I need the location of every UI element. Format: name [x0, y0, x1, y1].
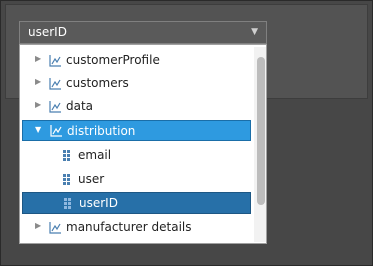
tree-item-manufacturer-details[interactable]: ▶ manufacturer details — [20, 216, 251, 239]
tree-item-customerprofile[interactable]: ▶ customerProfile — [20, 49, 251, 72]
hierarchy-icon — [49, 78, 61, 90]
combobox-value: userID — [28, 25, 67, 39]
grid-dots-icon — [63, 150, 71, 161]
tree-item-data[interactable]: ▶ data — [20, 95, 251, 118]
field-selector-combobox[interactable]: userID ▼ — [19, 21, 267, 44]
chevron-down-icon[interactable]: ▼ — [251, 27, 258, 37]
tree-item-label: customerProfile — [66, 53, 160, 67]
tree-item-email[interactable]: email — [20, 144, 251, 167]
tree-item-label: distribution — [67, 124, 136, 138]
tree-item-label: user — [78, 172, 105, 186]
dropdown-list[interactable]: ▶ customerProfile ▶ customers ▶ data ▼ d… — [19, 44, 267, 244]
grid-dots-icon — [64, 198, 72, 209]
expand-arrow-icon[interactable]: ▶ — [35, 100, 41, 109]
tree-item-user[interactable]: user — [20, 168, 251, 191]
collapse-arrow-icon[interactable]: ▼ — [35, 125, 41, 134]
grid-dots-icon — [63, 174, 71, 185]
tree-item-userid[interactable]: userID — [22, 192, 251, 214]
hierarchy-icon — [50, 125, 62, 137]
scrollbar-thumb[interactable] — [257, 57, 265, 205]
hierarchy-icon — [49, 55, 61, 67]
tree-item-label: customers — [66, 76, 129, 90]
expand-arrow-icon[interactable]: ▶ — [35, 221, 41, 230]
hierarchy-icon — [49, 101, 61, 113]
tree-item-label: manufacturer details — [66, 220, 192, 234]
tree-item-label: email — [78, 148, 112, 162]
expand-arrow-icon[interactable]: ▶ — [35, 54, 41, 63]
tree-item-label: data — [66, 99, 94, 113]
tree-item-customers[interactable]: ▶ customers — [20, 72, 251, 95]
expand-arrow-icon[interactable]: ▶ — [35, 77, 41, 86]
tree-item-label: userID — [79, 196, 118, 210]
tree-item-distribution[interactable]: ▼ distribution — [22, 120, 251, 141]
hierarchy-icon — [49, 222, 61, 234]
